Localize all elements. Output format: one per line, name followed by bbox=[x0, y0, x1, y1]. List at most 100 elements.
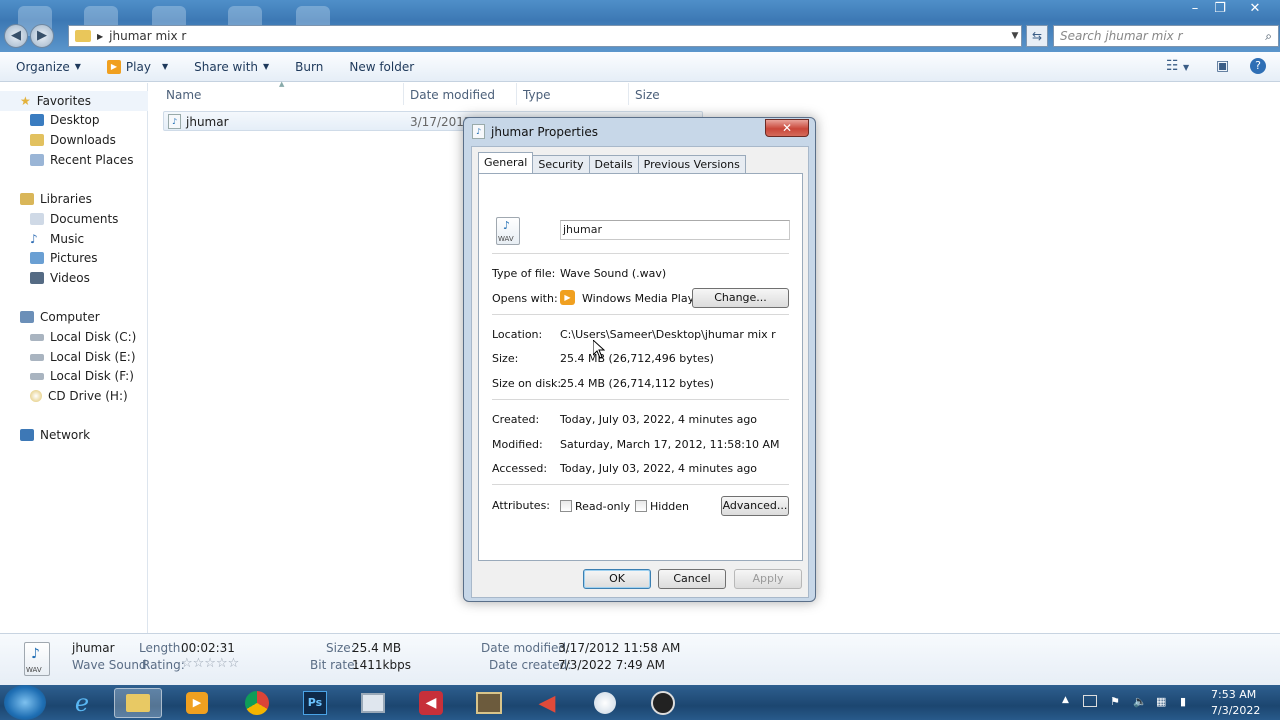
photoshop-icon[interactable]: Ps bbox=[298, 688, 332, 718]
flstudio-icon[interactable]: ◀ bbox=[530, 688, 564, 718]
advanced-button[interactable]: Advanced... bbox=[721, 496, 789, 516]
nav-cd-drive[interactable]: CD Drive (H:) bbox=[0, 386, 148, 406]
network-status-icon[interactable]: ▦ bbox=[1156, 695, 1166, 708]
view-options-icon[interactable]: ☷ ▼ bbox=[1166, 58, 1189, 74]
forward-arrow-icon: ▶ bbox=[37, 28, 47, 43]
nav-favorites[interactable]: ★ Favorites bbox=[0, 91, 148, 111]
opens-with-label: Opens with: bbox=[492, 292, 558, 305]
address-path: jhumar mix r bbox=[109, 29, 187, 43]
nav-label: Desktop bbox=[50, 113, 100, 127]
rating-stars[interactable]: ☆☆☆☆☆ bbox=[181, 656, 239, 671]
dialog-title-bar[interactable]: ♪ jhumar Properties bbox=[472, 124, 598, 139]
internet-explorer-icon[interactable]: e bbox=[65, 688, 99, 718]
nav-disk-e[interactable]: Local Disk (E:) bbox=[0, 347, 148, 367]
accessed-value: Today, July 03, 2022, 4 minutes ago bbox=[560, 462, 758, 475]
share-with-button[interactable]: Share with ▼ bbox=[194, 60, 269, 74]
size-value: 25.4 MB (26,712,496 bytes) bbox=[560, 352, 714, 365]
preview-pane-icon[interactable]: ▣ bbox=[1216, 58, 1229, 74]
tray-security-icon[interactable]: ⚑ bbox=[1110, 695, 1120, 708]
window-app-icon[interactable] bbox=[356, 688, 390, 718]
details-pane: ♪ WAV jhumar Wave Sound Length: 00:02:31… bbox=[0, 633, 1280, 685]
burn-button[interactable]: Burn bbox=[295, 60, 323, 74]
documents-icon bbox=[30, 213, 44, 225]
change-button[interactable]: Change... bbox=[692, 288, 789, 308]
nav-libraries[interactable]: Libraries bbox=[0, 189, 148, 209]
organize-button[interactable]: Organize ▼ bbox=[16, 60, 81, 74]
nav-pictures[interactable]: Pictures bbox=[0, 248, 148, 268]
tab-details[interactable]: Details bbox=[588, 155, 639, 173]
nav-computer[interactable]: Computer bbox=[0, 307, 148, 327]
read-only-label: Read-only bbox=[575, 500, 631, 513]
forward-button[interactable]: ▶ bbox=[30, 24, 54, 48]
screen-capture-icon[interactable] bbox=[472, 688, 506, 718]
accessed-label: Accessed: bbox=[492, 462, 548, 475]
nav-label: Favorites bbox=[36, 94, 91, 108]
column-header-size[interactable]: Size bbox=[635, 88, 660, 102]
file-name-field[interactable]: jhumar bbox=[560, 220, 790, 240]
libraries-icon bbox=[20, 193, 34, 205]
tray-expand-icon[interactable]: ▲ bbox=[1062, 695, 1069, 705]
bit-rate-value: 1411kbps bbox=[352, 658, 411, 672]
nav-videos[interactable]: Videos bbox=[0, 268, 148, 288]
ok-button[interactable]: OK bbox=[583, 569, 651, 589]
tray-app-icon[interactable] bbox=[1083, 695, 1097, 707]
paint-icon[interactable] bbox=[588, 688, 622, 718]
address-bar[interactable]: ▶ jhumar mix r bbox=[68, 25, 1022, 47]
size-label: Size: bbox=[492, 352, 519, 365]
attributes-label: Attributes: bbox=[492, 499, 551, 512]
tab-security[interactable]: Security bbox=[532, 155, 590, 173]
maximize-button[interactable]: ❐ bbox=[1205, 0, 1235, 18]
nav-music[interactable]: ♪ Music bbox=[0, 229, 148, 249]
dialog-body: General Security Details Previous Versio… bbox=[471, 146, 809, 598]
chrome-icon[interactable] bbox=[240, 688, 274, 718]
volume-icon[interactable]: 🔈 bbox=[1133, 695, 1147, 708]
address-dropdown-button[interactable]: ▼ bbox=[1008, 25, 1022, 47]
tray-power-icon[interactable]: ▮ bbox=[1180, 695, 1186, 708]
modified-label: Modified: bbox=[492, 438, 543, 451]
tab-previous-versions[interactable]: Previous Versions bbox=[637, 155, 746, 173]
nav-recent-places[interactable]: Recent Places bbox=[0, 150, 148, 170]
nav-disk-c[interactable]: Local Disk (C:) bbox=[0, 327, 148, 347]
nav-desktop[interactable]: Desktop bbox=[0, 110, 148, 130]
search-input[interactable]: Search jhumar mix r ⌕ bbox=[1053, 25, 1279, 47]
videos-icon bbox=[30, 272, 44, 284]
play-button[interactable]: ▶ Play ▼ bbox=[106, 59, 168, 74]
refresh-button[interactable]: ⇆ bbox=[1026, 25, 1048, 47]
media-player-icon[interactable]: ▶ bbox=[180, 688, 214, 718]
column-header-type[interactable]: Type bbox=[523, 88, 551, 102]
column-header-date[interactable]: Date modified bbox=[410, 88, 495, 102]
clock-time[interactable]: 7:53 AM bbox=[1211, 688, 1256, 701]
close-window-button[interactable]: ✕ bbox=[1240, 0, 1270, 18]
nav-label: Documents bbox=[50, 212, 119, 226]
music-note-icon: ♪ bbox=[31, 646, 40, 662]
start-orb-icon[interactable] bbox=[4, 685, 46, 720]
obs-icon[interactable] bbox=[646, 688, 680, 718]
nav-label: Computer bbox=[40, 310, 100, 324]
cubase-icon[interactable]: ◀ bbox=[414, 688, 448, 718]
rating-label: Rating: bbox=[142, 658, 185, 672]
drive-icon bbox=[30, 333, 44, 341]
file-explorer-icon[interactable] bbox=[114, 688, 162, 718]
tab-general[interactable]: General bbox=[478, 152, 534, 173]
nav-label: Music bbox=[50, 232, 85, 246]
nav-documents[interactable]: Documents bbox=[0, 209, 148, 229]
dialog-close-button[interactable]: ✕ bbox=[765, 119, 809, 137]
cancel-button[interactable]: Cancel bbox=[658, 569, 726, 589]
nav-label: Libraries bbox=[40, 192, 92, 206]
nav-label: Downloads bbox=[50, 133, 116, 147]
nav-disk-f[interactable]: Local Disk (F:) bbox=[0, 366, 148, 386]
back-button[interactable]: ◀ bbox=[4, 24, 28, 48]
type-label: Type of file: bbox=[492, 267, 556, 280]
help-icon[interactable]: ? bbox=[1250, 58, 1266, 74]
nav-downloads[interactable]: Downloads bbox=[0, 130, 148, 150]
nav-network[interactable]: Network bbox=[0, 425, 148, 445]
read-only-checkbox[interactable] bbox=[560, 500, 572, 512]
clock-date[interactable]: 7/3/2022 bbox=[1211, 704, 1260, 717]
new-folder-button[interactable]: New folder bbox=[349, 60, 414, 74]
hidden-checkbox[interactable] bbox=[635, 500, 647, 512]
apply-button[interactable]: Apply bbox=[734, 569, 802, 589]
column-header-name[interactable]: Name bbox=[166, 88, 201, 102]
nav-label: Local Disk (E:) bbox=[50, 350, 136, 364]
play-label: Play bbox=[125, 59, 151, 74]
burn-label: Burn bbox=[295, 59, 324, 74]
